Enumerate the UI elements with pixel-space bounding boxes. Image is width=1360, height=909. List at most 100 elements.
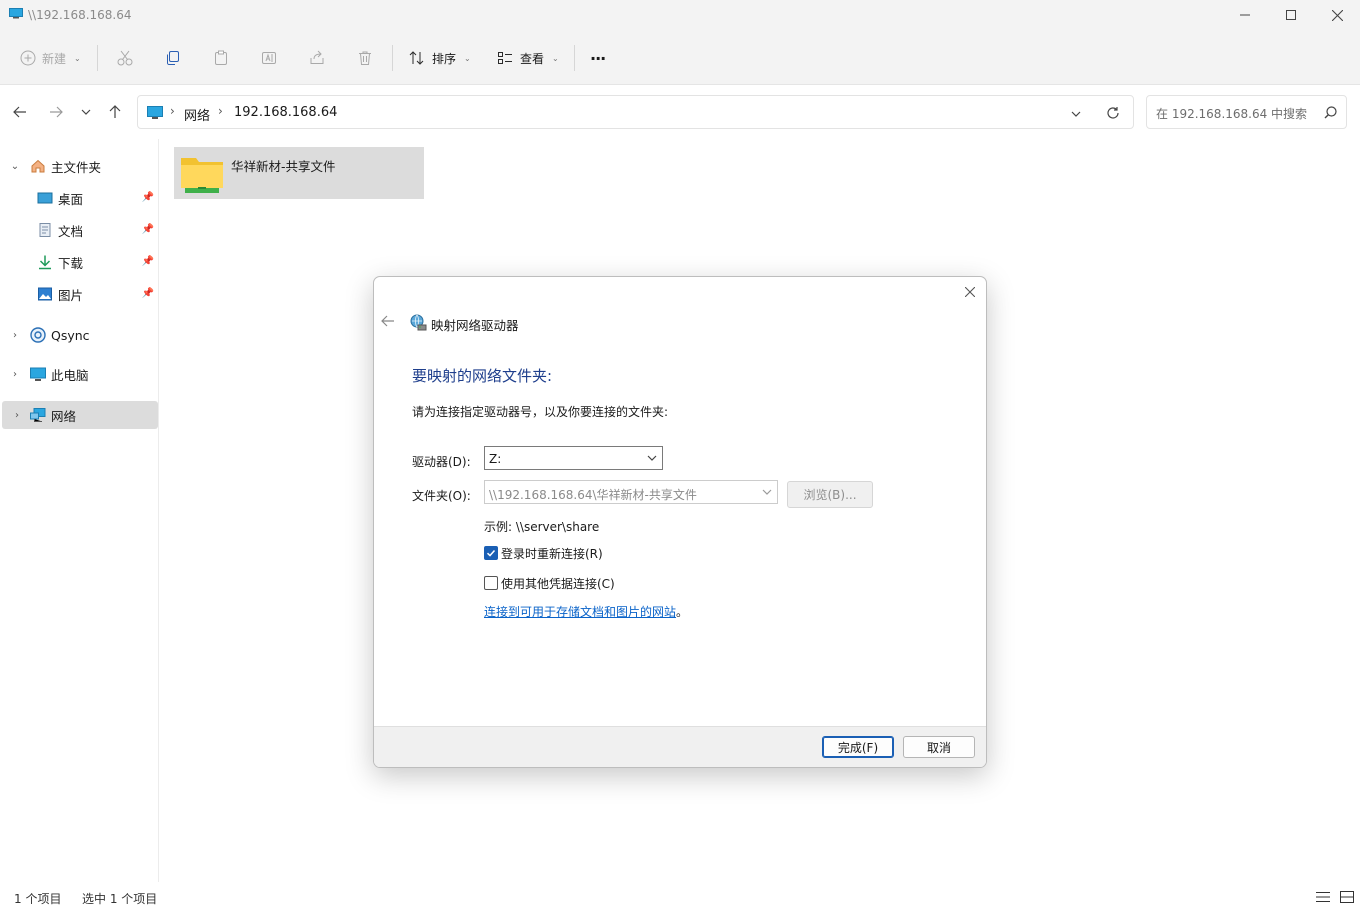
link-suffix: 。 [676,605,689,619]
shared-folder-item[interactable]: 华祥新材-共享文件 [174,147,424,199]
sort-icon [409,51,424,65]
cancel-label: 取消 [926,740,951,755]
checkmark-icon [486,549,496,557]
arrow-up-icon [109,105,121,118]
sidebar-item-qsync[interactable]: › Qsync [0,321,156,349]
chevron-down-icon: ⌄ [552,53,559,63]
download-icon [39,255,51,270]
paste-button[interactable] [212,44,230,72]
up-button[interactable] [105,102,125,122]
breadcrumb-network[interactable]: 网络 [184,105,210,124]
browse-button[interactable]: 浏览(B)... [787,481,873,508]
reconnect-checkbox[interactable] [484,546,498,560]
chevron-down-icon[interactable]: ⌄ [9,161,21,172]
sidebar-item-this-pc[interactable]: › 此电脑 [0,360,156,388]
sidebar-item-home[interactable]: ⌄ 主文件夹 [0,152,156,180]
sidebar-item-downloads[interactable]: 下载 📌 [0,248,156,276]
sidebar-item-documents[interactable]: 文档 📌 [0,216,156,244]
search-input[interactable]: 在 192.168.168.64 中搜索 [1146,95,1347,129]
status-bar: 1 个项目 选中 1 个项目 [0,882,1360,909]
recent-locations-button[interactable] [76,102,96,122]
reconnect-label[interactable]: 登录时重新连接(R) [501,545,603,562]
pin-icon[interactable]: 📌 [142,192,154,203]
delete-button[interactable] [356,44,374,72]
copy-button[interactable] [164,44,182,72]
forward-button[interactable] [46,102,66,122]
dialog-back-button[interactable] [381,314,397,330]
selected-count: 选中 1 个项目 [82,892,158,906]
chevron-down-icon[interactable] [1071,109,1081,119]
dialog-footer: 完成(F) 取消 [374,726,986,767]
home-icon [31,159,45,173]
network-icon [30,408,46,422]
pin-icon[interactable]: 📌 [142,224,154,235]
dialog-heading: 要映射的网络文件夹: [412,367,553,385]
trash-icon [359,51,371,65]
refresh-icon[interactable] [1106,106,1120,120]
new-button[interactable]: 新建 ⌄ [20,44,81,72]
map-network-drive-dialog: 映射网络驱动器 要映射的网络文件夹: 请为连接指定驱动器号，以及你要连接的文件夹… [373,276,987,768]
maximize-button[interactable] [1268,0,1314,30]
sidebar-item-label: 图片 [58,287,84,303]
drive-select[interactable]: Z: [484,446,663,470]
arrow-left-icon [381,315,394,327]
sidebar-item-pictures[interactable]: 图片 📌 [0,280,156,308]
close-button[interactable] [1314,0,1360,30]
divider [574,45,575,71]
view-list-icon [498,52,512,64]
qsync-icon [30,327,46,343]
details-view-icon[interactable] [1316,891,1330,903]
share-button[interactable] [308,44,326,72]
breadcrumb-separator-icon: › [218,104,223,118]
minimize-button[interactable] [1222,0,1268,30]
chevron-right-icon[interactable]: › [11,410,23,421]
pin-icon[interactable]: 📌 [142,256,154,267]
rename-button[interactable] [260,44,278,72]
sidebar-item-network[interactable]: › 网络 [2,401,158,429]
back-button[interactable] [10,102,30,122]
sort-button[interactable]: 排序 ⌄ [408,44,471,72]
chevron-down-icon [762,489,772,495]
more-icon: ··· [590,48,606,68]
sidebar-item-label: 网络 [51,408,77,424]
rename-icon [262,52,276,64]
large-icons-view-icon[interactable] [1340,891,1354,903]
network-drive-icon [410,314,427,331]
chevron-down-icon [81,109,91,115]
finish-label: 完成(F) [837,740,879,755]
sidebar-item-label: 主文件夹 [51,159,102,175]
cut-button[interactable] [116,44,134,72]
clipboard-icon [215,50,227,65]
view-button[interactable]: 查看 ⌄ [496,44,559,72]
finish-button[interactable]: 完成(F) [822,736,894,758]
cancel-button[interactable]: 取消 [903,736,975,758]
computer-icon [9,8,23,19]
command-bar: 新建 ⌄ 排序 ⌄ 查看 ⌄ ··· [0,30,1360,85]
pin-icon[interactable]: 📌 [142,288,154,299]
folder-combo[interactable]: \\192.168.168.64\华祥新材-共享文件 [484,480,778,504]
credentials-label[interactable]: 使用其他凭据连接(C) [501,575,615,592]
folder-label: 文件夹(O): [412,489,471,503]
copy-icon [167,51,179,65]
breadcrumb-separator-icon: › [170,104,175,118]
chevron-right-icon[interactable]: › [9,330,21,341]
arrow-left-icon [13,106,26,118]
breadcrumb-host[interactable]: 192.168.168.64 [234,105,337,120]
dialog-close-button[interactable] [962,284,978,300]
sidebar-item-label: 桌面 [58,191,84,207]
new-label: 新建 [42,51,67,66]
dialog-title: 映射网络驱动器 [431,318,519,333]
chevron-right-icon[interactable]: › [9,369,21,380]
close-icon [1331,9,1343,21]
sidebar-item-desktop[interactable]: 桌面 📌 [0,184,156,212]
address-bar[interactable]: › 网络 › 192.168.168.64 [137,95,1134,129]
sidebar-item-label: 文档 [58,223,84,239]
navigation-pane: ⌄ 主文件夹 桌面 📌 文档 📌 下载 📌 图片 📌 › Qsync › 此电脑… [0,139,159,882]
divider [392,45,393,71]
web-storage-link[interactable]: 连接到可用于存储文档和图片的网站 [484,605,676,619]
drive-value: Z: [489,452,502,466]
view-label: 查看 [520,51,545,66]
more-options-button[interactable]: ··· [590,44,606,72]
sidebar-item-label: 此电脑 [51,367,89,383]
credentials-checkbox[interactable] [484,576,498,590]
